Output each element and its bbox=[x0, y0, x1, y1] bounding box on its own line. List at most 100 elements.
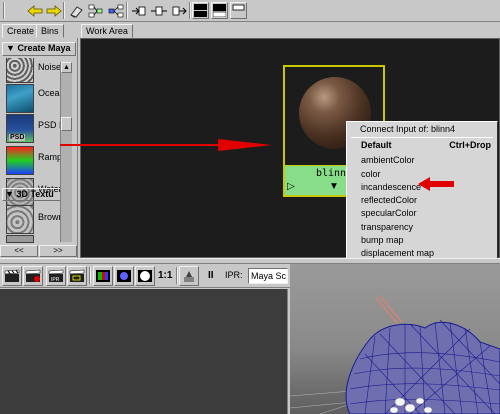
io-connections-button[interactable] bbox=[149, 2, 168, 19]
ramp-swatch[interactable] bbox=[6, 146, 34, 175]
menu-item-label: Default bbox=[361, 140, 392, 150]
tab-bins[interactable]: Bins bbox=[36, 24, 64, 38]
ocean-swatch[interactable] bbox=[6, 84, 34, 113]
eraser-icon bbox=[69, 5, 83, 18]
menu-item-bump-map[interactable]: bump map bbox=[361, 235, 491, 248]
menu-item-default[interactable]: Default Ctrl+Drop bbox=[361, 140, 491, 153]
layout-single-icon bbox=[232, 4, 245, 11]
swatch-label: Ramp bbox=[38, 152, 60, 162]
render-view bbox=[0, 289, 288, 414]
clapperboard-icon bbox=[4, 269, 20, 282]
menu-item-ambientcolor[interactable]: ambientColor bbox=[361, 155, 491, 168]
output-connections-icon bbox=[172, 6, 187, 15]
connect-input-menu: Connect Input of: blinn4 Default Ctrl+Dro… bbox=[346, 121, 498, 271]
chevron-down-icon: ▼ bbox=[5, 189, 14, 199]
render-region-button[interactable] bbox=[67, 266, 87, 286]
swatch-label: PSD F bbox=[38, 120, 60, 130]
toolbar-separator bbox=[176, 267, 178, 284]
clapperboard-redo-icon bbox=[25, 269, 41, 282]
chevron-down-icon: ▼ bbox=[6, 43, 15, 53]
arrow-left-button[interactable] bbox=[25, 2, 44, 19]
swatch-label: Ocean bbox=[38, 88, 60, 98]
menu-item-specularcolor[interactable]: specularColor bbox=[361, 208, 491, 221]
psd-badge: PSD bbox=[9, 134, 26, 141]
layout-top-icon bbox=[213, 4, 226, 17]
scroll-left-button[interactable]: << bbox=[0, 245, 38, 257]
renderer-value: Maya Sc bbox=[251, 271, 287, 281]
swatch-label: Brown bbox=[38, 212, 60, 222]
toolbar-separator bbox=[189, 2, 191, 19]
ipr-render-button[interactable]: IPR bbox=[46, 266, 66, 286]
graph-network-icon bbox=[108, 4, 123, 17]
clear-graph-button[interactable] bbox=[66, 2, 85, 19]
renderer-select[interactable]: Maya Sc bbox=[248, 268, 288, 284]
graph-materials-button[interactable] bbox=[86, 2, 105, 19]
menu-item-label: transparency bbox=[361, 222, 414, 232]
menu-item-label: displacement map bbox=[361, 248, 435, 258]
rgb-channels-button[interactable] bbox=[114, 266, 134, 286]
menu-item-label: bump map bbox=[361, 235, 404, 245]
render-toolbar: IPR 1:1 II IPR: Maya Sc bbox=[0, 264, 290, 288]
layout-single-button[interactable] bbox=[230, 2, 247, 19]
cloud-swatch[interactable] bbox=[6, 235, 34, 243]
arrow-right-icon bbox=[46, 4, 62, 17]
alpha-channel-icon bbox=[138, 270, 152, 282]
section-header-3d-textures[interactable]: ▼ 3D Textu bbox=[2, 188, 62, 201]
keep-image-icon bbox=[184, 271, 194, 282]
scroll-thumb[interactable] bbox=[61, 117, 72, 131]
toolbar-separator bbox=[3, 2, 5, 19]
io-connections-icon bbox=[150, 6, 167, 15]
menu-separator bbox=[351, 137, 493, 138]
input-port-icon[interactable]: ▷ bbox=[287, 181, 295, 192]
psd-file-swatch[interactable]: PSD bbox=[6, 114, 34, 143]
swatch-label: Noise bbox=[38, 62, 60, 72]
menu-item-transparency[interactable]: transparency bbox=[361, 222, 491, 235]
scroll-up-button[interactable]: ▲ bbox=[61, 62, 72, 73]
top-toolbar bbox=[0, 0, 500, 22]
ipr-label: IPR: bbox=[225, 270, 243, 280]
menu-item-label: incandescence bbox=[361, 182, 422, 192]
perspective-viewport[interactable] bbox=[290, 264, 500, 414]
layout-split-button[interactable] bbox=[192, 2, 209, 19]
rgb-channels-icon bbox=[117, 270, 131, 282]
keep-image-button[interactable] bbox=[179, 266, 199, 286]
toolbar-separator bbox=[126, 2, 128, 19]
brownian-swatch[interactable] bbox=[6, 205, 34, 234]
output-connections-button[interactable] bbox=[169, 2, 188, 19]
viewport-scene bbox=[290, 295, 500, 414]
alpha-channel-button[interactable] bbox=[135, 266, 155, 286]
layout-top-button[interactable] bbox=[211, 2, 228, 19]
render-button[interactable] bbox=[2, 266, 22, 286]
arrow-right-button[interactable] bbox=[44, 2, 63, 19]
redo-render-button[interactable] bbox=[23, 266, 43, 286]
graph-nodes-icon bbox=[88, 4, 102, 17]
toolbar-separator bbox=[63, 2, 65, 19]
clapperboard-ipr-icon: IPR bbox=[48, 269, 64, 283]
snapshot-button[interactable] bbox=[93, 266, 113, 286]
menu-item-label: ambientColor bbox=[361, 155, 415, 165]
menu-item-label: reflectedColor bbox=[361, 195, 418, 205]
graph-network-button[interactable] bbox=[106, 2, 125, 19]
arrow-left-icon bbox=[26, 4, 42, 17]
layout-split-icon bbox=[194, 4, 207, 17]
drag-arrow bbox=[60, 139, 272, 151]
scroll-right-button[interactable]: >> bbox=[39, 245, 77, 257]
input-connections-icon bbox=[131, 6, 145, 15]
tab-work-area[interactable]: Work Area bbox=[81, 24, 133, 38]
real-size-label[interactable]: 1:1 bbox=[158, 270, 172, 281]
toolbar-separator bbox=[89, 267, 91, 284]
menu-title: Connect Input of: blinn4 bbox=[360, 124, 456, 134]
input-connections-button[interactable] bbox=[129, 2, 148, 19]
tab-create[interactable]: Create bbox=[2, 24, 40, 38]
pause-ipr-button[interactable]: II bbox=[208, 270, 214, 281]
noise-swatch[interactable] bbox=[6, 58, 34, 83]
menu-item-label: specularColor bbox=[361, 208, 417, 218]
section-label: 3D Textu bbox=[16, 189, 54, 199]
snapshot-icon bbox=[96, 270, 110, 282]
menu-item-label: color bbox=[361, 169, 381, 179]
expand-node-icon[interactable]: ▼ bbox=[329, 181, 339, 192]
section-header-create-maya[interactable]: ▼ Create Maya bbox=[2, 42, 76, 56]
section-label: Create Maya bbox=[17, 43, 71, 53]
menu-item-reflectedcolor[interactable]: reflectedColor bbox=[361, 195, 491, 208]
clapperboard-region-icon bbox=[69, 269, 85, 282]
